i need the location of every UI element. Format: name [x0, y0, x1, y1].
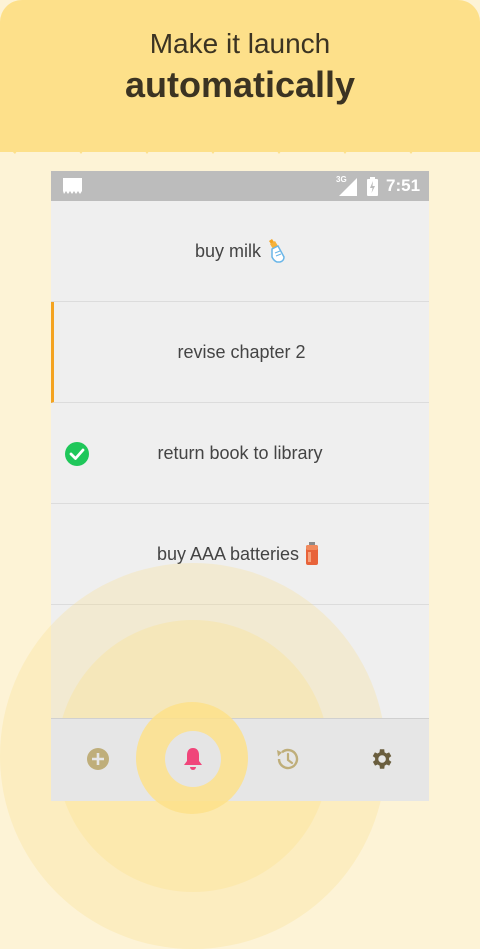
- settings-button[interactable]: [363, 741, 399, 777]
- baby-bottle-icon: [269, 239, 285, 263]
- history-icon: [277, 748, 299, 770]
- headline-line-2: automatically: [124, 64, 356, 105]
- battery-icon: [306, 542, 319, 565]
- headline: Make it launch automatically: [0, 26, 480, 108]
- settings-icon: [372, 749, 392, 769]
- bell-icon[interactable]: [182, 747, 204, 771]
- task-row-return-book[interactable]: return book to library: [51, 403, 429, 504]
- task-list: buy milk revise chapter 2 return book to…: [51, 201, 429, 605]
- task-row-buy-batteries[interactable]: buy AAA batteries: [51, 504, 429, 605]
- task-text: buy AAA batteries: [156, 543, 300, 564]
- headline-line-1: Make it launch: [149, 28, 331, 59]
- add-button[interactable]: [80, 741, 116, 777]
- notification-icon: [63, 178, 82, 194]
- battery-status-icon: [367, 177, 378, 196]
- signal-icon: 3G: [336, 175, 358, 197]
- status-bar: 3G 7:51: [51, 171, 429, 201]
- history-button[interactable]: [269, 741, 305, 777]
- zigzag-edge: [0, 108, 480, 154]
- task-text: return book to library: [157, 442, 323, 463]
- check-circle-icon[interactable]: [65, 442, 89, 466]
- task-row-buy-milk[interactable]: buy milk: [51, 201, 429, 302]
- task-text: revise chapter 2: [177, 341, 306, 362]
- task-row-revise-chapter[interactable]: revise chapter 2: [51, 302, 429, 403]
- task-text: buy milk: [194, 240, 261, 261]
- clock: 7:51: [386, 176, 421, 195]
- add-icon: [87, 748, 109, 770]
- phone-screen: 3G 7:51 buy milk revise chapter 2 return…: [51, 171, 429, 800]
